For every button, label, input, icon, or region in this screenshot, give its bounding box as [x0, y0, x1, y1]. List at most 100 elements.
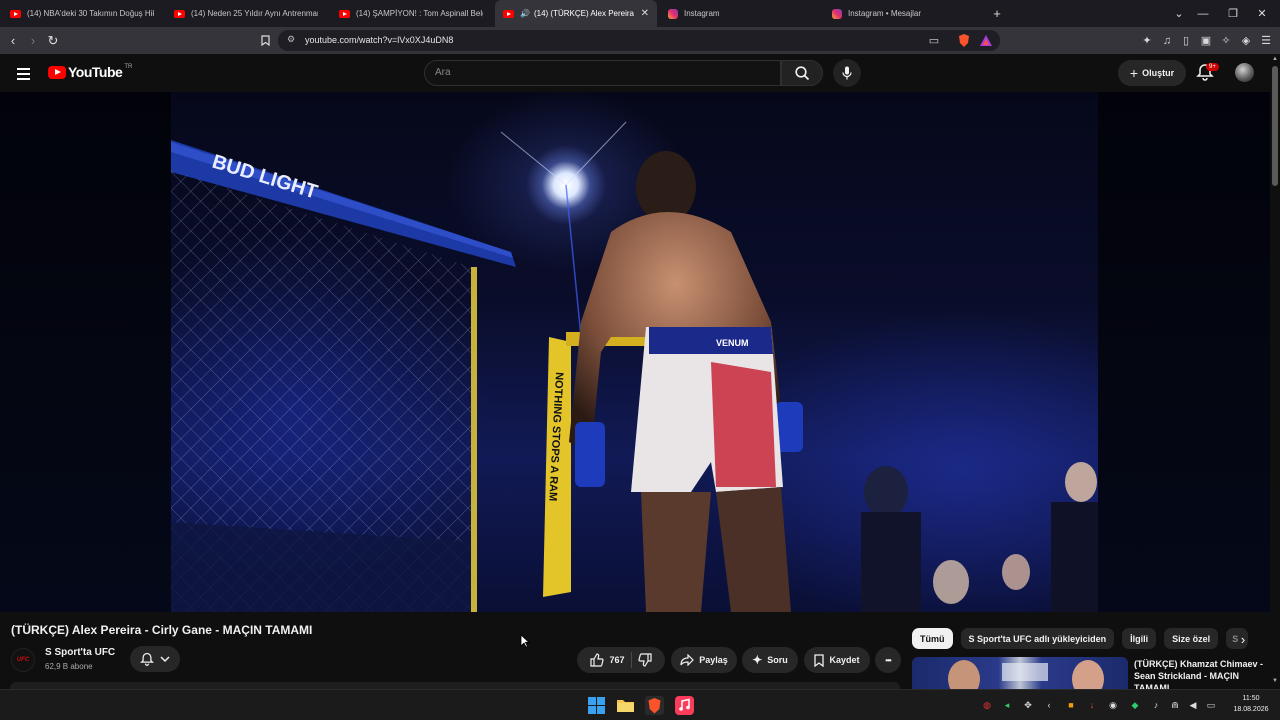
- tray-microphone-icon[interactable]: ♪: [1149, 698, 1163, 712]
- user-avatar[interactable]: [1235, 63, 1254, 82]
- tray-app-icon-3[interactable]: ✥: [1021, 698, 1035, 712]
- thumbnail-art: [948, 660, 1104, 689]
- hamburger-menu-icon[interactable]: [12, 65, 36, 81]
- tab-title: (14) ŞAMPİYON! : Tom Aspinall Belge: [356, 9, 483, 18]
- chevron-down-icon: [160, 655, 170, 662]
- chip-from-uploader[interactable]: S Sport'ta UFC adlı yükleyiciden: [960, 628, 1115, 649]
- address-bar[interactable]: ⚙ youtube.com/watch?v=lVx0XJ4uDN8: [278, 30, 1000, 51]
- save-button[interactable]: Kaydet: [804, 647, 870, 673]
- chevron-right-icon[interactable]: ›: [1233, 629, 1253, 649]
- search-input[interactable]: [435, 67, 765, 78]
- like-button[interactable]: 767: [590, 653, 625, 667]
- dislike-button[interactable]: [637, 653, 652, 667]
- back-arrow-icon[interactable]: ‹: [2, 27, 24, 54]
- cast-icon[interactable]: ▭: [924, 27, 944, 54]
- scroll-down-arrow-icon[interactable]: ▼: [1272, 678, 1278, 684]
- wallet-icon[interactable]: ▣: [1196, 27, 1216, 54]
- new-tab-button[interactable]: +: [982, 0, 1012, 27]
- site-settings-icon[interactable]: ⚙: [287, 34, 295, 45]
- youtube-favicon-icon: [503, 9, 514, 18]
- extensions-icon[interactable]: ✦: [1137, 27, 1157, 54]
- youtube-favicon-icon: [174, 9, 185, 18]
- leo-ai-icon[interactable]: ✧: [1216, 27, 1236, 54]
- video-letterbox-right: [1098, 92, 1270, 612]
- music-app-icon[interactable]: [675, 696, 694, 715]
- channel-logo-text: UFC: [16, 657, 30, 663]
- brave-shields-icon[interactable]: [954, 27, 974, 54]
- video-title: (TÜRKÇE) Alex Pereira - Cirly Gane - MAÇ…: [11, 623, 313, 637]
- bookmark-save-icon: [814, 653, 825, 667]
- description-box-edge[interactable]: [10, 682, 900, 689]
- share-button[interactable]: Paylaş: [671, 647, 737, 673]
- battery-icon[interactable]: ▭: [1204, 698, 1218, 712]
- file-explorer-icon[interactable]: [616, 696, 635, 715]
- menu-icon[interactable]: ☰: [1256, 27, 1276, 54]
- sparkle-icon: ✦: [752, 653, 763, 667]
- voice-search-button[interactable]: [833, 59, 861, 87]
- tab-title: Instagram: [684, 9, 720, 18]
- youtube-play-icon: [48, 65, 66, 79]
- browser-tab-4-active[interactable]: 🔊 (14) (TÜRKÇE) Alex Pereira - C ✕: [495, 0, 657, 27]
- channel-avatar[interactable]: UFC: [11, 648, 35, 672]
- tab-title: Instagram • Mesajlar: [848, 9, 922, 18]
- media-controls-icon[interactable]: ♫: [1157, 27, 1177, 54]
- subscriber-count: 62,9 B abone: [45, 662, 93, 671]
- subscribed-notifications-button[interactable]: [130, 646, 180, 672]
- reload-icon[interactable]: ↻: [42, 27, 64, 54]
- share-label: Paylaş: [699, 655, 728, 665]
- browser-tab-5[interactable]: Instagram: [660, 0, 820, 27]
- sidebar-toggle-icon[interactable]: ▯: [1176, 27, 1196, 54]
- more-actions-button[interactable]: •••: [875, 647, 901, 673]
- clock-date: 18.08.2026: [1233, 706, 1269, 713]
- logo-wordmark: YouTube: [68, 64, 123, 80]
- channel-name[interactable]: S Sport'ta UFC: [45, 647, 115, 658]
- tray-app-icon-4[interactable]: ‹: [1042, 698, 1056, 712]
- thumbs-down-icon: [637, 653, 652, 667]
- ask-button[interactable]: ✦ Soru: [742, 647, 798, 673]
- page-scrollbar[interactable]: ▲ ▼: [1270, 54, 1280, 689]
- recommended-video-title[interactable]: (TÜRKÇE) Khamzat Chimaev - Sean Strickla…: [1134, 658, 1264, 689]
- recommended-video-thumbnail[interactable]: [912, 657, 1128, 689]
- vpn-icon[interactable]: ◈: [1236, 27, 1256, 54]
- close-tab-icon[interactable]: ✕: [641, 8, 649, 19]
- close-window-button[interactable]: ✕: [1247, 0, 1277, 27]
- brave-rewards-icon[interactable]: [976, 27, 996, 54]
- browser-tab-1[interactable]: (14) NBA'deki 30 Takımın Doğuş Hikâ: [2, 0, 162, 27]
- scrollbar-thumb[interactable]: [1272, 66, 1278, 186]
- volume-icon[interactable]: ◀: [1186, 698, 1200, 712]
- tray-app-icon-1[interactable]: ◍: [980, 698, 994, 712]
- tab-title: (14) (TÜRKÇE) Alex Pereira - C: [533, 9, 635, 18]
- forward-arrow-icon[interactable]: ›: [22, 27, 44, 54]
- tray-app-icon-5[interactable]: ■: [1064, 698, 1078, 712]
- minimize-button[interactable]: —: [1188, 0, 1218, 27]
- tray-shield-icon[interactable]: ◆: [1128, 698, 1142, 712]
- search-button[interactable]: [781, 60, 823, 86]
- browser-tab-3[interactable]: (14) ŞAMPİYON! : Tom Aspinall Belge: [331, 0, 491, 27]
- scroll-up-arrow-icon[interactable]: ▲: [1272, 56, 1278, 62]
- tray-app-icon-7[interactable]: ◉: [1106, 698, 1120, 712]
- system-clock[interactable]: 11:50 18.08.2026: [1226, 693, 1276, 715]
- plus-icon: +: [1129, 65, 1139, 81]
- country-code: TR: [124, 64, 133, 70]
- tray-app-icon-2[interactable]: ◂: [1000, 698, 1014, 712]
- video-letterbox-left: [0, 92, 171, 612]
- windows-start-icon[interactable]: [587, 696, 606, 715]
- youtube-logo[interactable]: YouTube TR: [48, 64, 132, 80]
- url-text: youtube.com/watch?v=lVx0XJ4uDN8: [305, 35, 454, 45]
- speaker-icon[interactable]: 🔊: [520, 9, 530, 18]
- chip-all[interactable]: Tümü: [912, 628, 953, 649]
- microphone-icon: [842, 66, 852, 80]
- windows-taskbar: ◍ ◂ ✥ ‹ ■ ↓ ◉ ◆ ♪ ⋒ ◀ ▭: [0, 689, 1280, 720]
- chip-for-you[interactable]: Size özel: [1164, 628, 1219, 649]
- network-icon[interactable]: ⋒: [1168, 698, 1182, 712]
- browser-tab-2[interactable]: (14) Neden 25 Yıldır Aynı Antrenman: [166, 0, 326, 27]
- create-button[interactable]: + Oluştur: [1118, 60, 1186, 86]
- brave-browser-icon[interactable]: [645, 696, 664, 715]
- video-player[interactable]: BUD LIGHT NOTHING STOPS A RAM VENUM: [0, 92, 1270, 612]
- chip-related[interactable]: İlgili: [1122, 628, 1157, 649]
- browser-tab-6[interactable]: Instagram • Mesajlar: [824, 0, 984, 27]
- bookmark-icon[interactable]: [254, 27, 276, 54]
- search-icon: [794, 65, 809, 80]
- tray-download-icon[interactable]: ↓: [1085, 698, 1099, 712]
- maximize-button[interactable]: ❐: [1218, 0, 1248, 27]
